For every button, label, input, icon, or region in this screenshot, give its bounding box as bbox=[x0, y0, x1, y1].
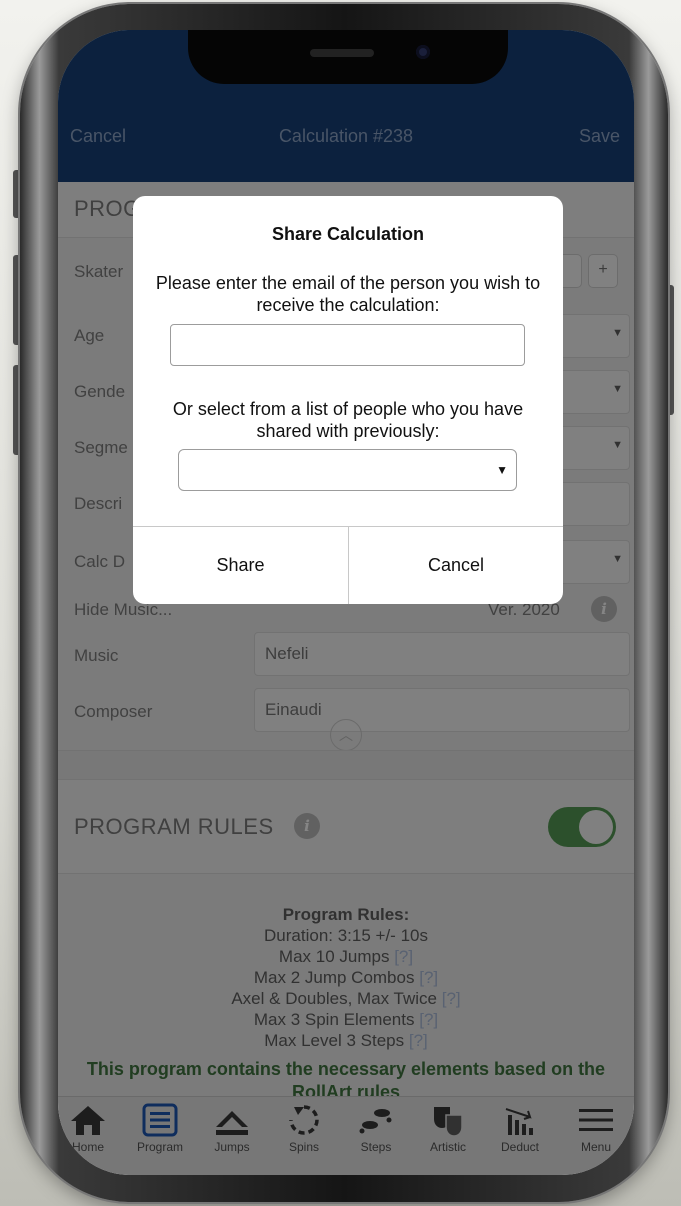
phone-screen: Calculation #238 Cancel Save PROG Skater… bbox=[58, 30, 634, 1175]
chevron-down-icon: ▼ bbox=[496, 463, 508, 477]
dialog-actions: Share Cancel bbox=[133, 526, 563, 604]
dialog-title: Share Calculation bbox=[271, 224, 425, 244]
cancel-button[interactable]: Cancel bbox=[348, 527, 563, 604]
front-camera bbox=[416, 45, 430, 59]
previous-recipients-select[interactable]: ▼ bbox=[178, 449, 517, 491]
email-prompt: Please enter the email of the person you… bbox=[155, 273, 541, 315]
speaker-grille bbox=[310, 49, 374, 57]
email-input[interactable] bbox=[170, 324, 525, 366]
notch bbox=[188, 30, 508, 84]
list-prompt: Or select from a list of people who you … bbox=[172, 399, 524, 441]
share-calculation-dialog: Share Calculation Please enter the email… bbox=[133, 196, 563, 604]
share-button[interactable]: Share bbox=[133, 527, 348, 604]
